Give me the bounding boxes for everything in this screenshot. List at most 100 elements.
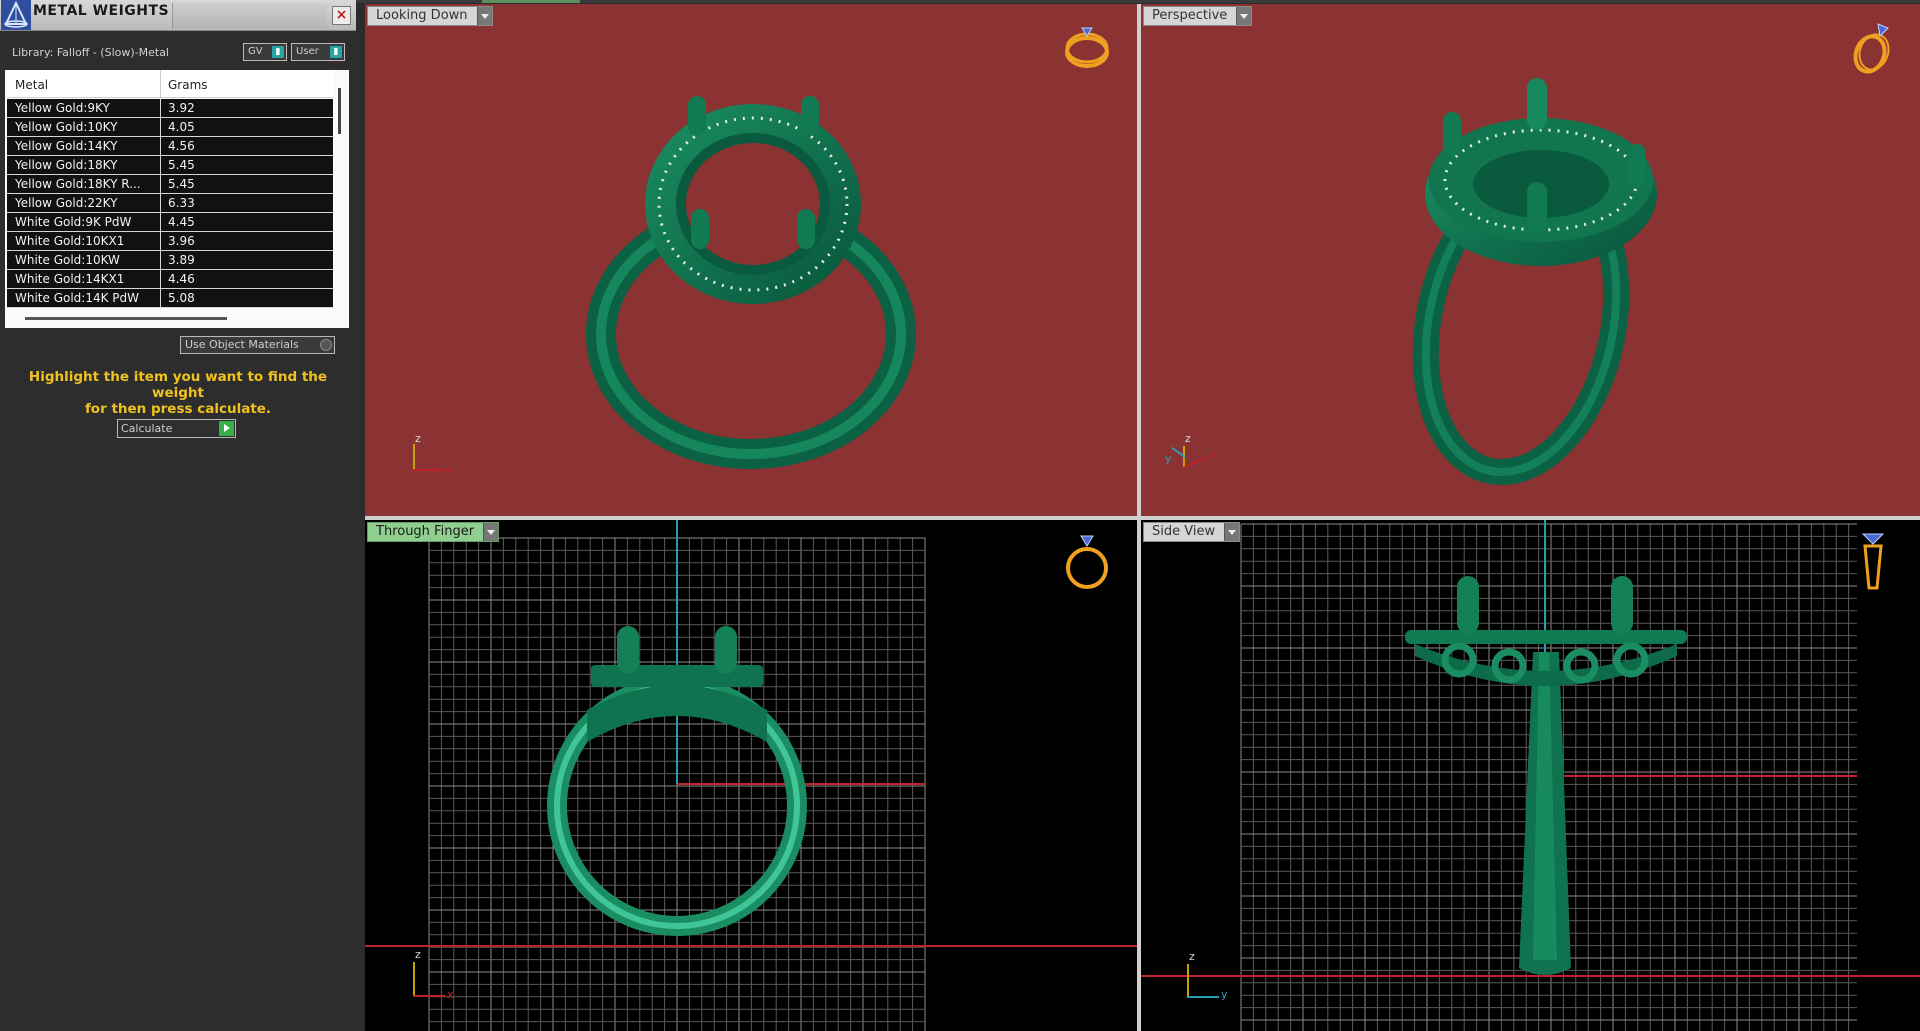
table-row[interactable]: Yellow Gold:14KY 4.56 [7, 137, 333, 156]
viewport-label: Looking Down [376, 8, 468, 23]
chevron-down-icon[interactable] [483, 523, 499, 541]
instruction-line-2: for then press calculate. [84, 401, 272, 417]
axis-label-x: x [1211, 448, 1218, 461]
metal-cell: White Gold:14K PdW [15, 291, 140, 305]
metal-weights-table: Metal Grams Yellow Gold:9KY 3.92 Yellow G… [5, 70, 349, 328]
axis-indicator: z x y [1161, 432, 1241, 474]
viewport-through-finger[interactable]: Through Finger z x [365, 520, 1137, 1031]
viewport-menu[interactable]: Perspective [1143, 6, 1253, 26]
ring-model-front-view [365, 520, 1137, 1031]
instruction-text: Highlight the item you want to find the … [12, 369, 344, 417]
axis-label-z: z [415, 432, 421, 445]
toggle-icon: ▮ [330, 46, 342, 58]
gv-toggle-label: GV [248, 46, 263, 57]
ring-navigation-icon[interactable] [1061, 20, 1113, 72]
metal-cell: Yellow Gold:22KY [15, 196, 118, 210]
gv-toggle[interactable]: GV ▮ [243, 43, 287, 61]
column-divider[interactable] [160, 70, 161, 98]
viewport-menu[interactable]: Side View [1143, 522, 1241, 542]
grams-cell: 3.92 [168, 101, 195, 115]
user-toggle-label: User [296, 46, 319, 57]
metal-cell: Yellow Gold:10KY [15, 120, 118, 134]
table-row[interactable]: White Gold:14KX1 4.46 [7, 270, 333, 289]
chevron-down-icon[interactable] [1236, 7, 1252, 25]
panel-title: METAL WEIGHTS [33, 3, 170, 19]
library-label: Library: Falloff - (Slow)-Metal [12, 46, 169, 59]
viewport-looking-down[interactable]: Looking Down z x [365, 4, 1137, 516]
ring-model-perspective [1412, 78, 1657, 485]
viewport-tab-strip [356, 0, 1920, 3]
chevron-down-icon[interactable] [1224, 523, 1240, 541]
axis-label-z: z [415, 948, 421, 961]
metal-cell: White Gold:10KW [15, 253, 120, 267]
grams-cell: 4.05 [168, 120, 195, 134]
grams-cell: 5.45 [168, 177, 195, 191]
ring-model-top-view [586, 96, 916, 469]
table-rows: Yellow Gold:9KY 3.92 Yellow Gold:10KY 4.05… [7, 99, 333, 308]
viewport-label: Through Finger [376, 524, 475, 539]
table-header: Metal Grams [7, 70, 333, 98]
horizontal-scrollbar[interactable] [25, 317, 227, 320]
play-icon [219, 421, 234, 436]
table-row[interactable]: Yellow Gold:18KY 5.45 [7, 156, 333, 175]
grams-cell: 4.46 [168, 272, 195, 286]
use-object-materials-label: Use Object Materials [185, 338, 299, 351]
axis-indicator: z x [405, 432, 465, 475]
axis-label-y: y [1165, 452, 1172, 465]
axis-label-x: x [447, 462, 454, 475]
column-header-grams[interactable]: Grams [168, 78, 208, 92]
table-row[interactable]: White Gold:14K PdW 5.08 [7, 289, 333, 308]
ring-navigation-icon[interactable] [1853, 530, 1893, 596]
table-row[interactable]: White Gold:9K PdW 4.45 [7, 213, 333, 232]
table-row[interactable]: White Gold:10KW 3.89 [7, 251, 333, 270]
metal-cell: Yellow Gold:14KY [15, 139, 118, 153]
viewport-menu[interactable]: Through Finger [367, 522, 500, 542]
axis-label-x: x [447, 988, 454, 1001]
viewport-label: Perspective [1152, 8, 1228, 23]
table-row[interactable]: Yellow Gold:9KY 3.92 [7, 99, 333, 118]
viewport-label: Side View [1152, 524, 1216, 539]
calculate-button[interactable]: Calculate [117, 419, 236, 438]
grams-cell: 5.45 [168, 158, 195, 172]
axis-indicator: z x [405, 948, 465, 1001]
axis-label-y: y [1221, 988, 1228, 1001]
column-header-metal[interactable]: Metal [15, 78, 48, 92]
toggle-icon: ▮ [272, 46, 284, 58]
grams-cell: 5.08 [168, 291, 195, 305]
settings-icon[interactable] [320, 339, 332, 351]
metal-cell: White Gold:14KX1 [15, 272, 125, 286]
axis-label-z: z [1185, 432, 1191, 445]
table-row[interactable]: Yellow Gold:18KY R... 5.45 [7, 175, 333, 194]
ring-model-side-view [1141, 520, 1920, 1031]
chevron-down-icon[interactable] [476, 7, 492, 25]
vertical-scrollbar[interactable] [338, 88, 341, 134]
viewport-side-view[interactable]: Side View z y [1141, 520, 1920, 1031]
axis-indicator: z y [1179, 950, 1249, 1001]
panel-title-tab [172, 3, 327, 29]
metal-weights-panel: METAL WEIGHTS × Library: Falloff - (Slow… [0, 0, 356, 1031]
ring-navigation-icon[interactable] [1061, 532, 1113, 594]
use-object-materials-field[interactable]: Use Object Materials [180, 336, 335, 354]
ring-navigation-icon[interactable] [1846, 18, 1898, 74]
table-row[interactable]: White Gold:10KX1 3.96 [7, 232, 333, 251]
grams-cell: 3.89 [168, 253, 195, 267]
metal-cell: White Gold:10KX1 [15, 234, 125, 248]
panel-titlebar[interactable]: METAL WEIGHTS × [0, 0, 356, 31]
metal-cell: Yellow Gold:9KY [15, 101, 110, 115]
grams-cell: 4.56 [168, 139, 195, 153]
table-row[interactable]: Yellow Gold:22KY 6.33 [7, 194, 333, 213]
close-icon[interactable]: × [332, 6, 351, 25]
viewport-perspective[interactable]: Perspective z x y [1141, 4, 1920, 516]
metal-cell: White Gold:9K PdW [15, 215, 132, 229]
viewport-tab-indicator[interactable] [482, 0, 580, 3]
table-row[interactable]: Yellow Gold:10KY 4.05 [7, 118, 333, 137]
instruction-line-1: Highlight the item you want to find the … [28, 369, 328, 401]
user-toggle[interactable]: User ▮ [291, 43, 345, 61]
metal-cell: Yellow Gold:18KY [15, 158, 118, 172]
metal-weights-logo-icon [1, 0, 31, 30]
viewport-divider-horizontal[interactable] [365, 516, 1920, 520]
grams-cell: 4.45 [168, 215, 195, 229]
grams-cell: 6.33 [168, 196, 195, 210]
viewport-menu[interactable]: Looking Down [367, 6, 493, 26]
metal-cell: Yellow Gold:18KY R... [15, 177, 141, 191]
